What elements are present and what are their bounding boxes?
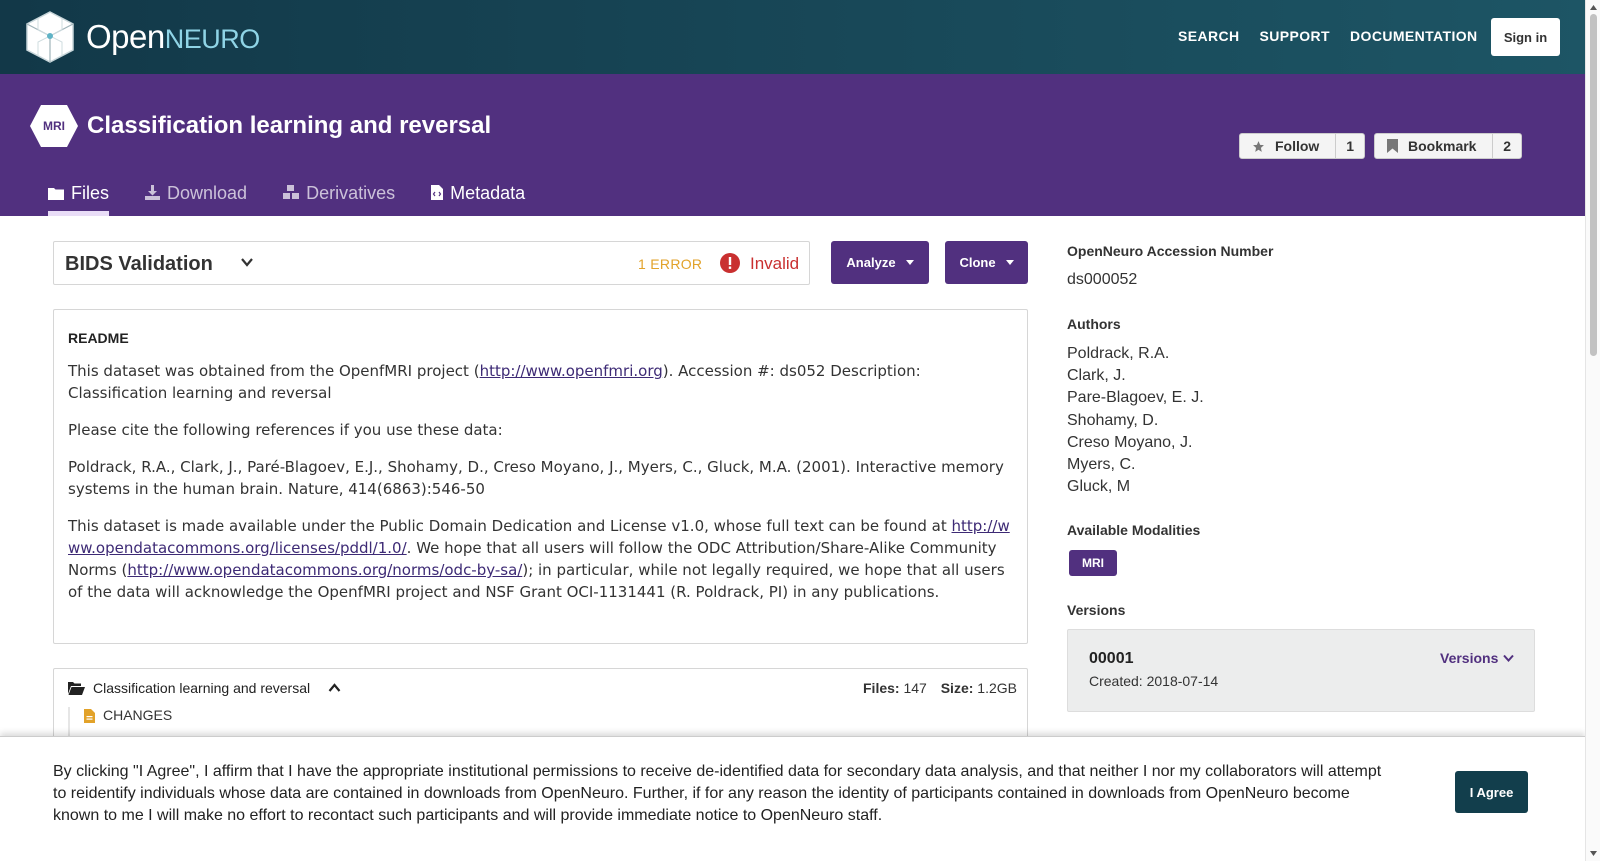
readme-panel: README This dataset was obtained from th…	[53, 309, 1028, 644]
files-count: 147	[903, 680, 927, 696]
version-number: 00001	[1089, 650, 1134, 667]
dataset-tabs: Files Download Derivatives Metadata	[48, 183, 561, 216]
openfmri-link[interactable]: http://www.openfmri.org	[480, 362, 663, 380]
odc-norms-link[interactable]: http://www.opendatacommons.org/norms/odc…	[127, 561, 522, 579]
bookmark-label: Bookmark	[1408, 138, 1477, 154]
authors-list: Poldrack, R.A. Clark, J. Pare-Blagoev, E…	[1067, 343, 1204, 498]
modality-badge[interactable]: MRI	[1069, 550, 1117, 576]
cubes-icon	[283, 185, 300, 199]
error-count: 1 ERROR	[638, 256, 703, 272]
bookmark-button[interactable]: Bookmark 2	[1374, 133, 1522, 159]
chevron-down-icon[interactable]	[240, 255, 254, 269]
folder-open-icon	[68, 681, 85, 695]
tab-metadata-label: Metadata	[450, 183, 526, 203]
tab-download[interactable]: Download	[145, 183, 247, 216]
dataset-title: Classification learning and reversal	[87, 112, 492, 139]
readme-paragraph-3: Poldrack, R.A., Clark, J., Paré-Blagoev,…	[68, 458, 1004, 498]
tab-derivatives[interactable]: Derivatives	[283, 183, 395, 216]
file-tree-root[interactable]: Classification learning and reversal	[68, 680, 341, 696]
brand-wordmark[interactable]: OpenNEURO	[86, 18, 260, 56]
readme-paragraph-1: This dataset was obtained from the Openf…	[68, 360, 1013, 404]
versions-link-label: Versions	[1440, 650, 1499, 666]
file-stats: Files: 147 Size: 1.2GB	[853, 680, 1017, 696]
nav-link-documentation[interactable]: DOCUMENTATION	[1350, 28, 1478, 44]
analyze-button[interactable]: Analyze	[831, 241, 929, 284]
readme-text: This dataset was obtained from the Openf…	[68, 362, 480, 380]
size-value: 1.2GB	[977, 680, 1017, 696]
clone-label: Clone	[959, 255, 996, 270]
tab-files[interactable]: Files	[48, 183, 110, 216]
accession-value: ds000052	[1067, 271, 1138, 288]
author: Gluck, M	[1067, 478, 1131, 496]
tab-derivatives-label: Derivatives	[306, 183, 396, 203]
bookmark-count: 2	[1503, 138, 1511, 154]
files-label: Files:	[863, 680, 900, 696]
bids-validation-panel[interactable]: BIDS Validation 1 ERROR Invalid	[53, 241, 810, 285]
top-navbar: OpenNEURO SEARCH SUPPORT DOCUMENTATION S…	[0, 0, 1585, 74]
version-card: 00001 Created: 2018-07-14 Versions	[1067, 629, 1535, 712]
nav-link-support[interactable]: SUPPORT	[1260, 28, 1330, 44]
tab-download-label: Download	[167, 183, 248, 203]
openneuro-logo-icon[interactable]	[24, 10, 76, 64]
follow-label: Follow	[1275, 138, 1320, 154]
author: Creso Moyano, J.	[1067, 433, 1193, 451]
versions-dropdown[interactable]: Versions	[1440, 650, 1515, 666]
author: Myers, C.	[1067, 456, 1136, 474]
validation-status: Invalid	[750, 254, 800, 273]
versions-label: Versions	[1067, 602, 1126, 618]
file-icon	[84, 709, 95, 723]
author: Pare-Blagoev, E. J.	[1067, 389, 1204, 407]
caret-down-icon	[1005, 260, 1014, 265]
readme-heading: README	[68, 330, 129, 346]
validation-title: BIDS Validation	[65, 253, 213, 275]
tab-files-label: Files	[71, 183, 110, 203]
chevron-up-icon[interactable]	[328, 683, 341, 693]
author: Clark, J.	[1067, 367, 1126, 385]
star-icon	[1253, 140, 1264, 152]
data-use-consent-banner: By clicking "I Agree", I affirm that I h…	[0, 736, 1585, 861]
brand-open: Open	[86, 18, 165, 55]
brand-neuro: NEURO	[164, 24, 261, 54]
authors-label: Authors	[1067, 316, 1121, 332]
accession-label: OpenNeuro Accession Number	[1067, 243, 1274, 259]
page-scrollbar[interactable]	[1585, 0, 1600, 861]
author: Shohamy, D.	[1067, 411, 1159, 429]
file-tree-root-name: Classification learning and reversal	[93, 680, 311, 696]
follow-button[interactable]: Follow 1	[1239, 133, 1365, 159]
chevron-down-icon	[1503, 654, 1515, 662]
clone-button[interactable]: Clone	[945, 241, 1028, 284]
modalities-label: Available Modalities	[1067, 522, 1201, 538]
size-label: Size:	[940, 680, 974, 696]
readme-paragraph-2: Please cite the following references if …	[68, 421, 503, 439]
modality-hex-label: MRI	[43, 119, 65, 133]
caret-down-icon	[905, 260, 914, 265]
nav-link-search[interactable]: SEARCH	[1178, 28, 1240, 44]
readme-paragraph-4: This dataset is made available under the…	[68, 515, 1013, 603]
tab-metadata[interactable]: Metadata	[431, 183, 525, 216]
author: Poldrack, R.A.	[1067, 345, 1170, 362]
folder-icon	[48, 188, 64, 200]
consent-text: By clicking "I Agree", I affirm that I h…	[53, 763, 1382, 824]
scroll-down-arrow-icon[interactable]	[1589, 849, 1598, 858]
download-icon	[145, 185, 161, 200]
version-created: Created: 2018-07-14	[1089, 673, 1219, 689]
bookmark-icon	[1387, 139, 1398, 153]
readme-text: This dataset is made available under the…	[68, 517, 952, 535]
scroll-up-arrow-icon[interactable]	[1589, 3, 1598, 12]
sign-in-button[interactable]: Sign in	[1491, 18, 1560, 56]
i-agree-button[interactable]: I Agree	[1455, 771, 1528, 813]
code-file-icon	[431, 185, 444, 200]
follow-count: 1	[1346, 138, 1354, 154]
analyze-label: Analyze	[846, 255, 896, 270]
error-icon	[720, 253, 740, 273]
scrollbar-thumb[interactable]	[1590, 14, 1597, 356]
